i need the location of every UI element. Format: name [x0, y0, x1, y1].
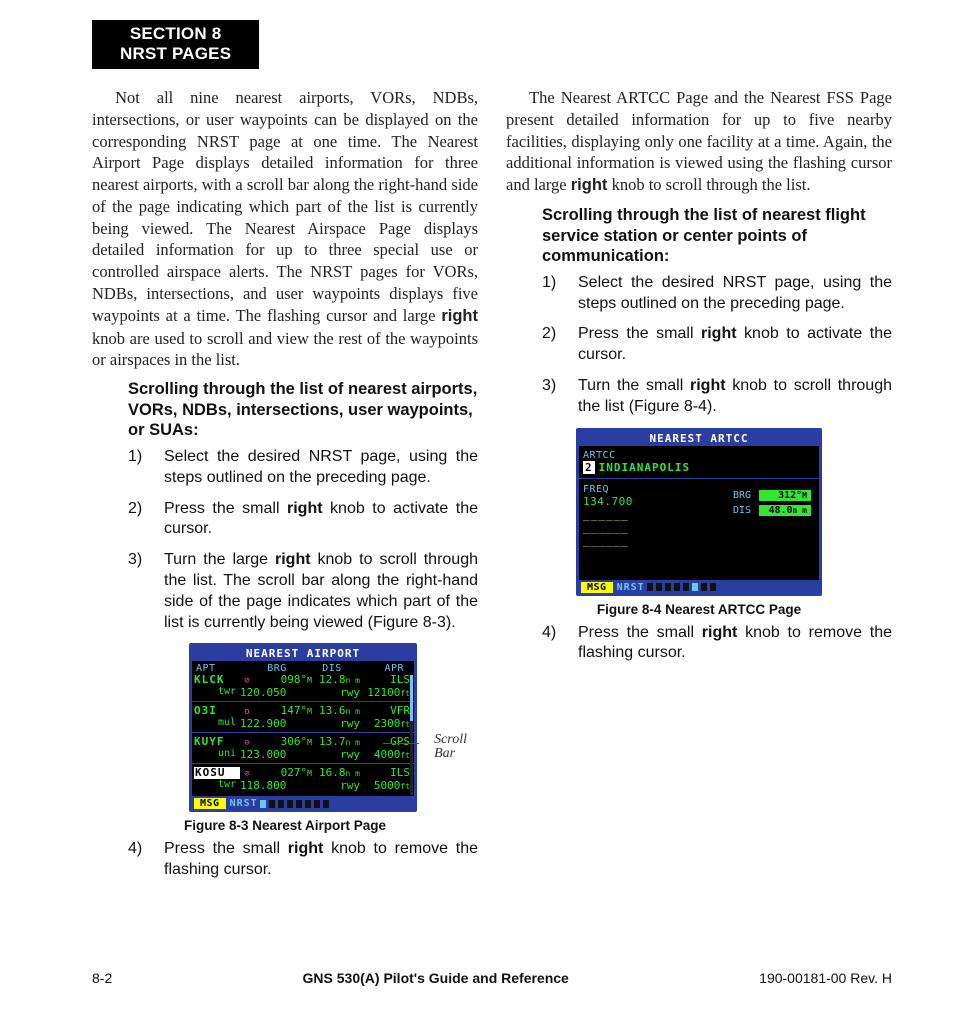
page-dot — [322, 799, 330, 809]
airport-subrow: twr118.800rwy5000ft — [194, 780, 410, 792]
brg-unit: M — [802, 491, 807, 500]
page-dot — [304, 799, 312, 809]
step-4: Press the small right knob to remove the… — [542, 623, 892, 665]
kw-right: right — [571, 176, 608, 194]
text: Select the desired NRST page, using the … — [164, 448, 478, 486]
text: Turn the small — [578, 377, 690, 394]
left-steps: Select the desired NRST page, using the … — [92, 447, 478, 633]
right-subhead: Scrolling through the list of nearest fl… — [542, 205, 892, 267]
page-dot — [295, 799, 303, 809]
right-steps: Select the desired NRST page, using the … — [506, 273, 892, 418]
left-para-1: Not all nine nearest airports, VORs, NDB… — [92, 87, 478, 371]
page-dot — [655, 582, 663, 592]
page-dot — [268, 799, 276, 809]
figure-8-4: NEAREST ARTCC ARTCC 2 INDIANAPOLIS FREQ … — [506, 428, 892, 617]
text: knob to scroll through the list. — [607, 175, 810, 194]
step-3: Turn the large right knob to scroll thro… — [128, 550, 478, 633]
step-4: Press the small right knob to remove the… — [128, 839, 478, 881]
msg-flag[interactable]: MSG — [581, 582, 613, 593]
page-dot — [646, 582, 654, 592]
step-2: Press the small right knob to activate t… — [128, 499, 478, 541]
kw-right: right — [441, 307, 478, 325]
text: knob are used to scroll and view the res… — [92, 329, 478, 370]
step-1: Select the desired NRST page, using the … — [542, 273, 892, 315]
figure-8-3: NEAREST AIRPORT APT BRG DIS APR KLCK⊘098… — [92, 643, 478, 833]
left-subhead: Scrolling through the list of nearest ai… — [128, 379, 478, 441]
page-dot — [313, 799, 321, 809]
footer-title: GNS 530(A) Pilot's Guide and Reference — [303, 970, 569, 986]
kw-right: right — [288, 840, 324, 857]
brg-label: BRG — [733, 490, 751, 501]
step-2: Press the small right knob to activate t… — [542, 324, 892, 366]
kw-right: right — [287, 500, 323, 517]
artcc-name: INDIANAPOLIS — [599, 461, 690, 474]
text: Press the small — [164, 840, 288, 857]
text: Turn the large — [164, 551, 275, 568]
text: Select the desired NRST page, using the … — [578, 274, 892, 312]
fig-caption: Figure 8-3 Nearest Airport Page — [92, 818, 478, 833]
nrst-label: NRST — [617, 582, 645, 593]
airport-subrow: uni123.000rwy4000ft — [194, 749, 410, 761]
footer-page: 8-2 — [92, 970, 112, 986]
kw-right: right — [275, 551, 311, 568]
gps-title: NEAREST ARTCC — [579, 431, 819, 446]
kw-right: right — [702, 624, 738, 641]
gps-title: NEAREST AIRPORT — [192, 646, 414, 661]
page-footer: 8-2 GNS 530(A) Pilot's Guide and Referen… — [92, 970, 892, 986]
kw-right: right — [701, 325, 737, 342]
text: Not all nine nearest airports, VORs, NDB… — [92, 88, 478, 325]
page-dot — [286, 799, 294, 809]
airport-row[interactable]: KOSU⊘027°M16.8n mILS — [194, 767, 410, 779]
dis-label: DIS — [733, 505, 751, 516]
page-dot — [277, 799, 285, 809]
left-steps-cont: Press the small right knob to remove the… — [92, 839, 478, 881]
brg-value: 312° — [778, 490, 802, 501]
fig-caption: Figure 8-4 Nearest ARTCC Page — [506, 602, 892, 617]
airport-subrow: twr120.050rwy12100ft — [194, 687, 410, 699]
step-3: Turn the small right knob to scroll thro… — [542, 376, 892, 418]
right-steps-cont: Press the small right knob to remove the… — [506, 623, 892, 665]
freq-blank: ______ — [581, 534, 815, 547]
msg-flag[interactable]: MSG — [194, 798, 226, 809]
dis-unit: n m — [793, 506, 807, 515]
page-dot — [709, 582, 717, 592]
airport-row[interactable]: O3Io147°M13.6n mVFR — [194, 705, 410, 717]
dis-value: 48.0 — [768, 505, 792, 516]
freq-blank: ______ — [581, 521, 815, 534]
artcc-label: ARTCC — [581, 448, 815, 461]
text: Press the small — [164, 500, 287, 517]
artcc-index[interactable]: 2 — [583, 461, 595, 474]
page-dot — [673, 582, 681, 592]
text: Press the small — [578, 624, 702, 641]
footer-rev: 190-00181-00 Rev. H — [759, 970, 892, 986]
right-para-1: The Nearest ARTCC Page and the Nearest F… — [506, 87, 892, 197]
gps-scrollbar[interactable] — [410, 675, 413, 795]
page-dot — [691, 582, 699, 592]
nrst-label: NRST — [230, 798, 258, 809]
airport-row[interactable]: KLCK⊘098°M12.8n mILS — [194, 674, 410, 686]
callout-line — [383, 743, 419, 744]
scrollbar-callout: Scroll Bar — [434, 733, 467, 761]
airport-row[interactable]: KUYF⊖306°M13.7n mGPS — [194, 736, 410, 748]
step-1: Select the desired NRST page, using the … — [128, 447, 478, 489]
page-dot — [682, 582, 690, 592]
text: Press the small — [578, 325, 701, 342]
airport-subrow: mul122.900rwy2300ft — [194, 718, 410, 730]
section-tab: SECTION 8 NRST PAGES — [92, 20, 259, 69]
page-dot — [664, 582, 672, 592]
kw-right: right — [690, 377, 726, 394]
page-dot — [700, 582, 708, 592]
page-dot — [259, 799, 267, 809]
